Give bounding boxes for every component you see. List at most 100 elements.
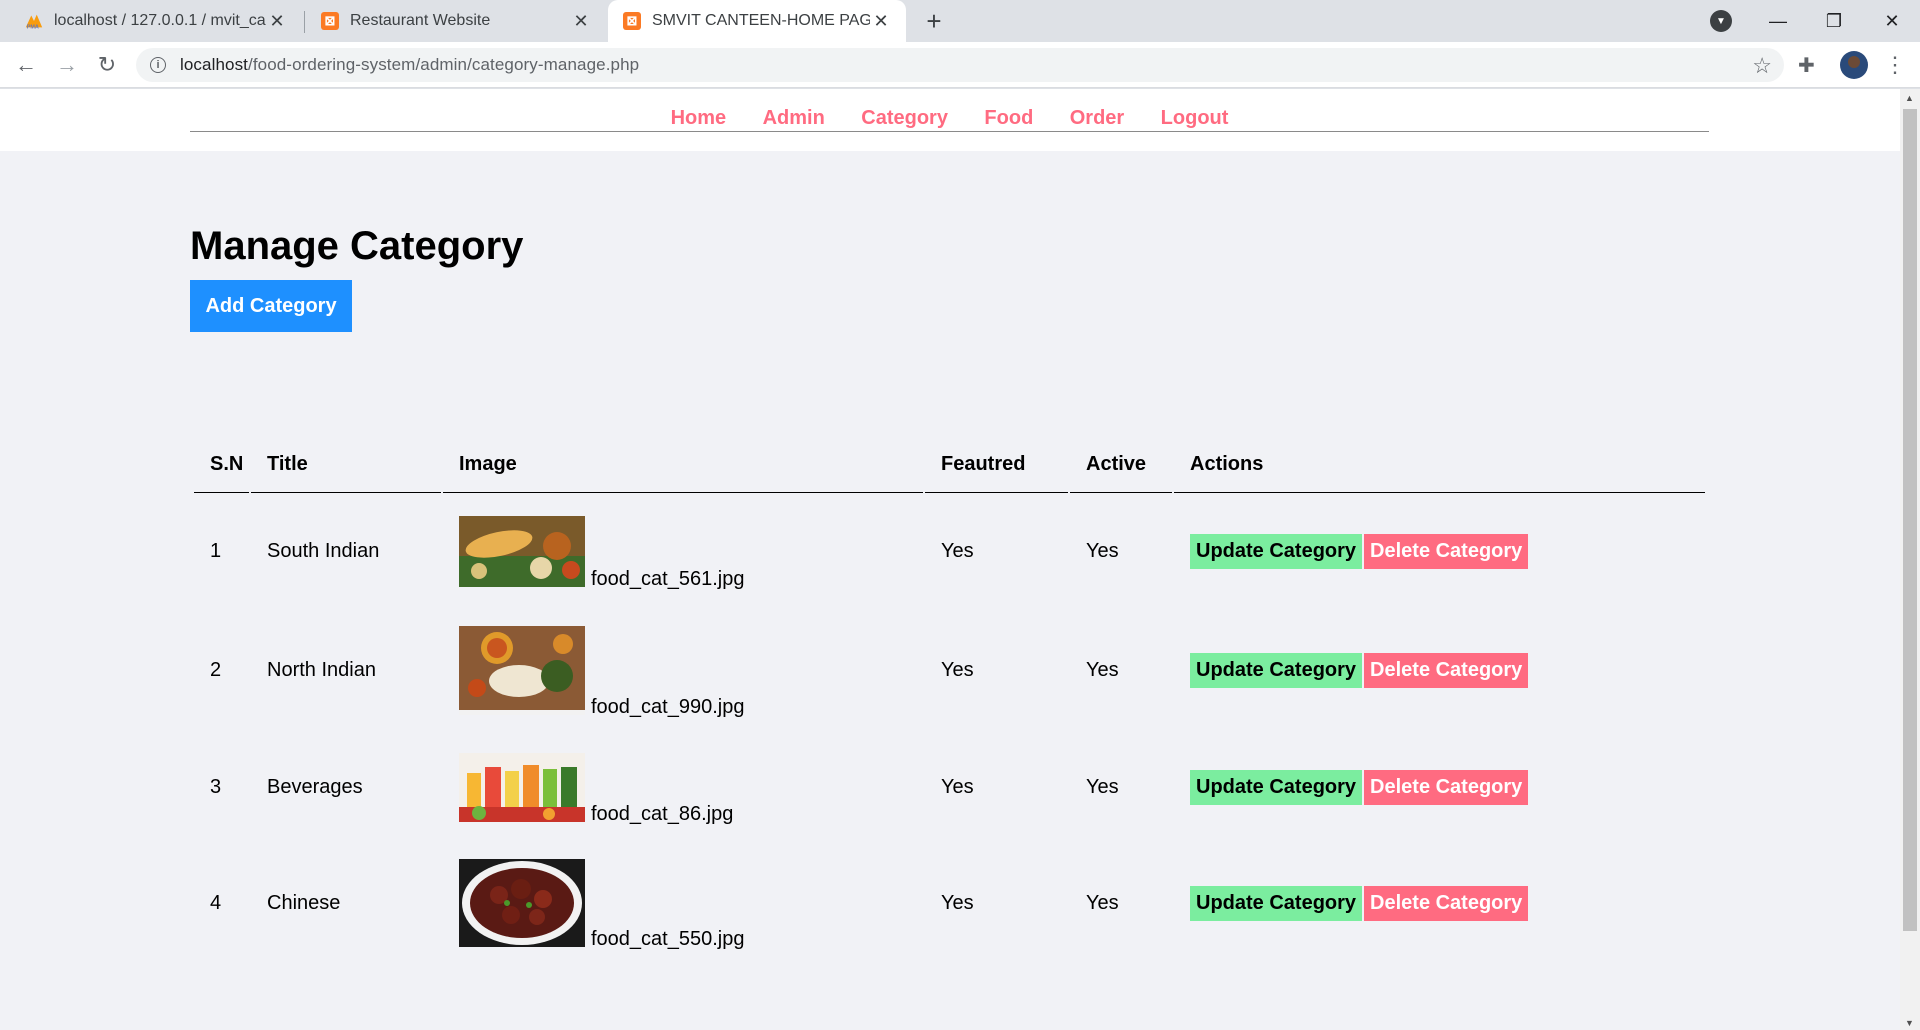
table-header-row: S.N Title Image Feautred Active Actions: [194, 436, 1705, 493]
bookmark-star-icon[interactable]: ☆: [1752, 53, 1772, 79]
url-text: localhost/food-ordering-system/admin/cat…: [180, 55, 639, 75]
browser-tab[interactable]: PMA localhost / 127.0.0.1 / mvit_canteen…: [10, 0, 302, 42]
row-title: South Indian: [267, 540, 380, 562]
browser-tab-strip: PMA localhost / 127.0.0.1 / mvit_canteen…: [0, 0, 1920, 42]
tab-search-icon[interactable]: ▼: [1710, 10, 1732, 32]
xampp-icon: ⊠: [622, 11, 642, 31]
minimize-icon[interactable]: —: [1750, 0, 1806, 42]
category-thumbnail-image: [459, 516, 585, 587]
category-thumbnail-image: [459, 859, 585, 947]
row-image-filename: food_cat_86.jpg: [591, 802, 734, 825]
menu-home-link[interactable]: Home: [671, 107, 727, 130]
reload-icon[interactable]: ↻: [91, 49, 123, 81]
update-category-button[interactable]: Update Category: [1190, 885, 1363, 921]
close-window-icon[interactable]: ✕: [1864, 0, 1920, 42]
menu-order-link[interactable]: Order: [1070, 107, 1124, 130]
browser-toolbar: ← → ↻ i localhost/food-ordering-system/a…: [0, 42, 1920, 88]
header-active: Active: [1070, 436, 1172, 493]
header-featured: Feautred: [925, 436, 1068, 493]
row-title: Beverages: [267, 775, 363, 798]
category-thumbnail-image: [459, 625, 585, 715]
row-active: Yes: [1086, 658, 1119, 681]
back-icon[interactable]: ←: [10, 49, 42, 81]
delete-category-button[interactable]: Delete Category: [1364, 652, 1529, 688]
site-info-icon[interactable]: i: [150, 57, 166, 73]
menu-category-link[interactable]: Category: [861, 107, 948, 130]
page-viewport: Home Admin Category Food Order Logout Ma…: [0, 89, 1900, 1030]
row-actions: Update Category Delete Category: [1174, 844, 1705, 962]
category-table: S.N Title Image Feautred Active Actions …: [192, 436, 1707, 962]
forward-icon[interactable]: →: [51, 49, 83, 81]
tab-title: Restaurant Website: [350, 12, 491, 29]
row-sn: 3: [210, 775, 222, 798]
category-thumbnail-image: [459, 752, 585, 822]
row-active: Yes: [1086, 540, 1119, 562]
scroll-up-arrow-icon[interactable]: ▲: [1905, 93, 1914, 103]
new-tab-icon[interactable]: +: [920, 6, 948, 36]
row-image-cell: food_cat_561.jpg: [443, 493, 923, 610]
delete-category-button[interactable]: Delete Category: [1364, 769, 1529, 805]
extensions-puzzle-icon[interactable]: ✚: [1798, 53, 1815, 78]
header-actions: Actions: [1174, 436, 1705, 493]
scrollbar-thumb[interactable]: [1903, 109, 1917, 931]
header-image: Image: [443, 436, 923, 493]
row-sn: 2: [210, 658, 222, 681]
svg-text:PMA: PMA: [27, 24, 39, 30]
phpmyadmin-icon: PMA: [24, 11, 44, 31]
row-image-filename: food_cat_561.jpg: [591, 568, 745, 590]
row-image-cell: food_cat_86.jpg: [443, 730, 923, 844]
update-category-button[interactable]: Update Category: [1190, 769, 1363, 805]
site-menu-links: Home Admin Category Food Order Logout: [190, 89, 1709, 132]
row-actions: Update Category Delete Category: [1174, 730, 1705, 844]
row-image-cell: food_cat_990.jpg: [443, 610, 923, 730]
table-row: 2 North Indian food_cat_990.jpg Yes Yes: [194, 610, 1705, 730]
row-featured: Yes: [941, 540, 974, 562]
row-actions: Update Category Delete Category: [1174, 493, 1705, 610]
header-title: Title: [251, 436, 441, 493]
add-category-button[interactable]: Add Category: [190, 280, 352, 332]
url-path: /food-ordering-system/admin/category-man…: [248, 55, 640, 74]
row-active: Yes: [1086, 775, 1119, 798]
row-image-cell: food_cat_550.jpg: [443, 844, 923, 962]
profile-avatar[interactable]: [1840, 51, 1868, 79]
menu-admin-link[interactable]: Admin: [763, 107, 825, 130]
delete-category-button[interactable]: Delete Category: [1364, 534, 1529, 569]
row-active: Yes: [1086, 891, 1119, 914]
row-title: North Indian: [267, 658, 376, 681]
update-category-button[interactable]: Update Category: [1190, 534, 1363, 569]
table-row: 3 Beverages food_cat_86.jpg Yes Yes Upda…: [194, 730, 1705, 844]
row-title: Chinese: [267, 891, 341, 914]
scroll-down-arrow-icon[interactable]: ▼: [1905, 1018, 1914, 1028]
page-scrollbar[interactable]: ▲ ▼: [1900, 89, 1920, 1030]
url-host: localhost: [180, 55, 248, 74]
tab-title: SMVIT CANTEEN-HOME PAGE: [652, 12, 870, 29]
table-row: 1 South Indian food_cat_561.jpg Yes Yes: [194, 493, 1705, 610]
tab-divider: [304, 11, 305, 33]
menu-food-link[interactable]: Food: [984, 107, 1033, 130]
row-image-filename: food_cat_550.jpg: [591, 928, 745, 950]
page-title: Manage Category: [190, 224, 524, 268]
browser-tab-active[interactable]: ⊠ SMVIT CANTEEN-HOME PAGE ✕: [608, 0, 906, 42]
row-featured: Yes: [941, 891, 974, 914]
delete-category-button[interactable]: Delete Category: [1364, 885, 1529, 921]
close-tab-icon[interactable]: ✕: [870, 10, 892, 32]
row-actions: Update Category Delete Category: [1174, 610, 1705, 730]
row-featured: Yes: [941, 658, 974, 681]
row-sn: 1: [210, 540, 222, 562]
browser-tab[interactable]: ⊠ Restaurant Website ✕: [306, 0, 606, 42]
close-tab-icon[interactable]: ✕: [266, 10, 288, 32]
menu-logout-link[interactable]: Logout: [1161, 107, 1229, 130]
row-sn: 4: [210, 891, 222, 914]
row-featured: Yes: [941, 775, 974, 798]
update-category-button[interactable]: Update Category: [1190, 652, 1363, 688]
browser-menu-icon[interactable]: ⋮: [1884, 52, 1906, 78]
table-row: 4 Chinese food_cat_550.jpg Yes Yes Updat…: [194, 844, 1705, 962]
site-menu: Home Admin Category Food Order Logout: [0, 89, 1900, 151]
header-sn: S.N: [194, 436, 249, 493]
address-bar[interactable]: i localhost/food-ordering-system/admin/c…: [136, 48, 1784, 82]
restore-icon[interactable]: ❐: [1806, 0, 1862, 42]
tab-title: localhost / 127.0.0.1 / mvit_canteen: [54, 12, 266, 29]
xampp-icon: ⊠: [320, 11, 340, 31]
close-tab-icon[interactable]: ✕: [570, 10, 592, 32]
row-image-filename: food_cat_990.jpg: [591, 695, 745, 718]
